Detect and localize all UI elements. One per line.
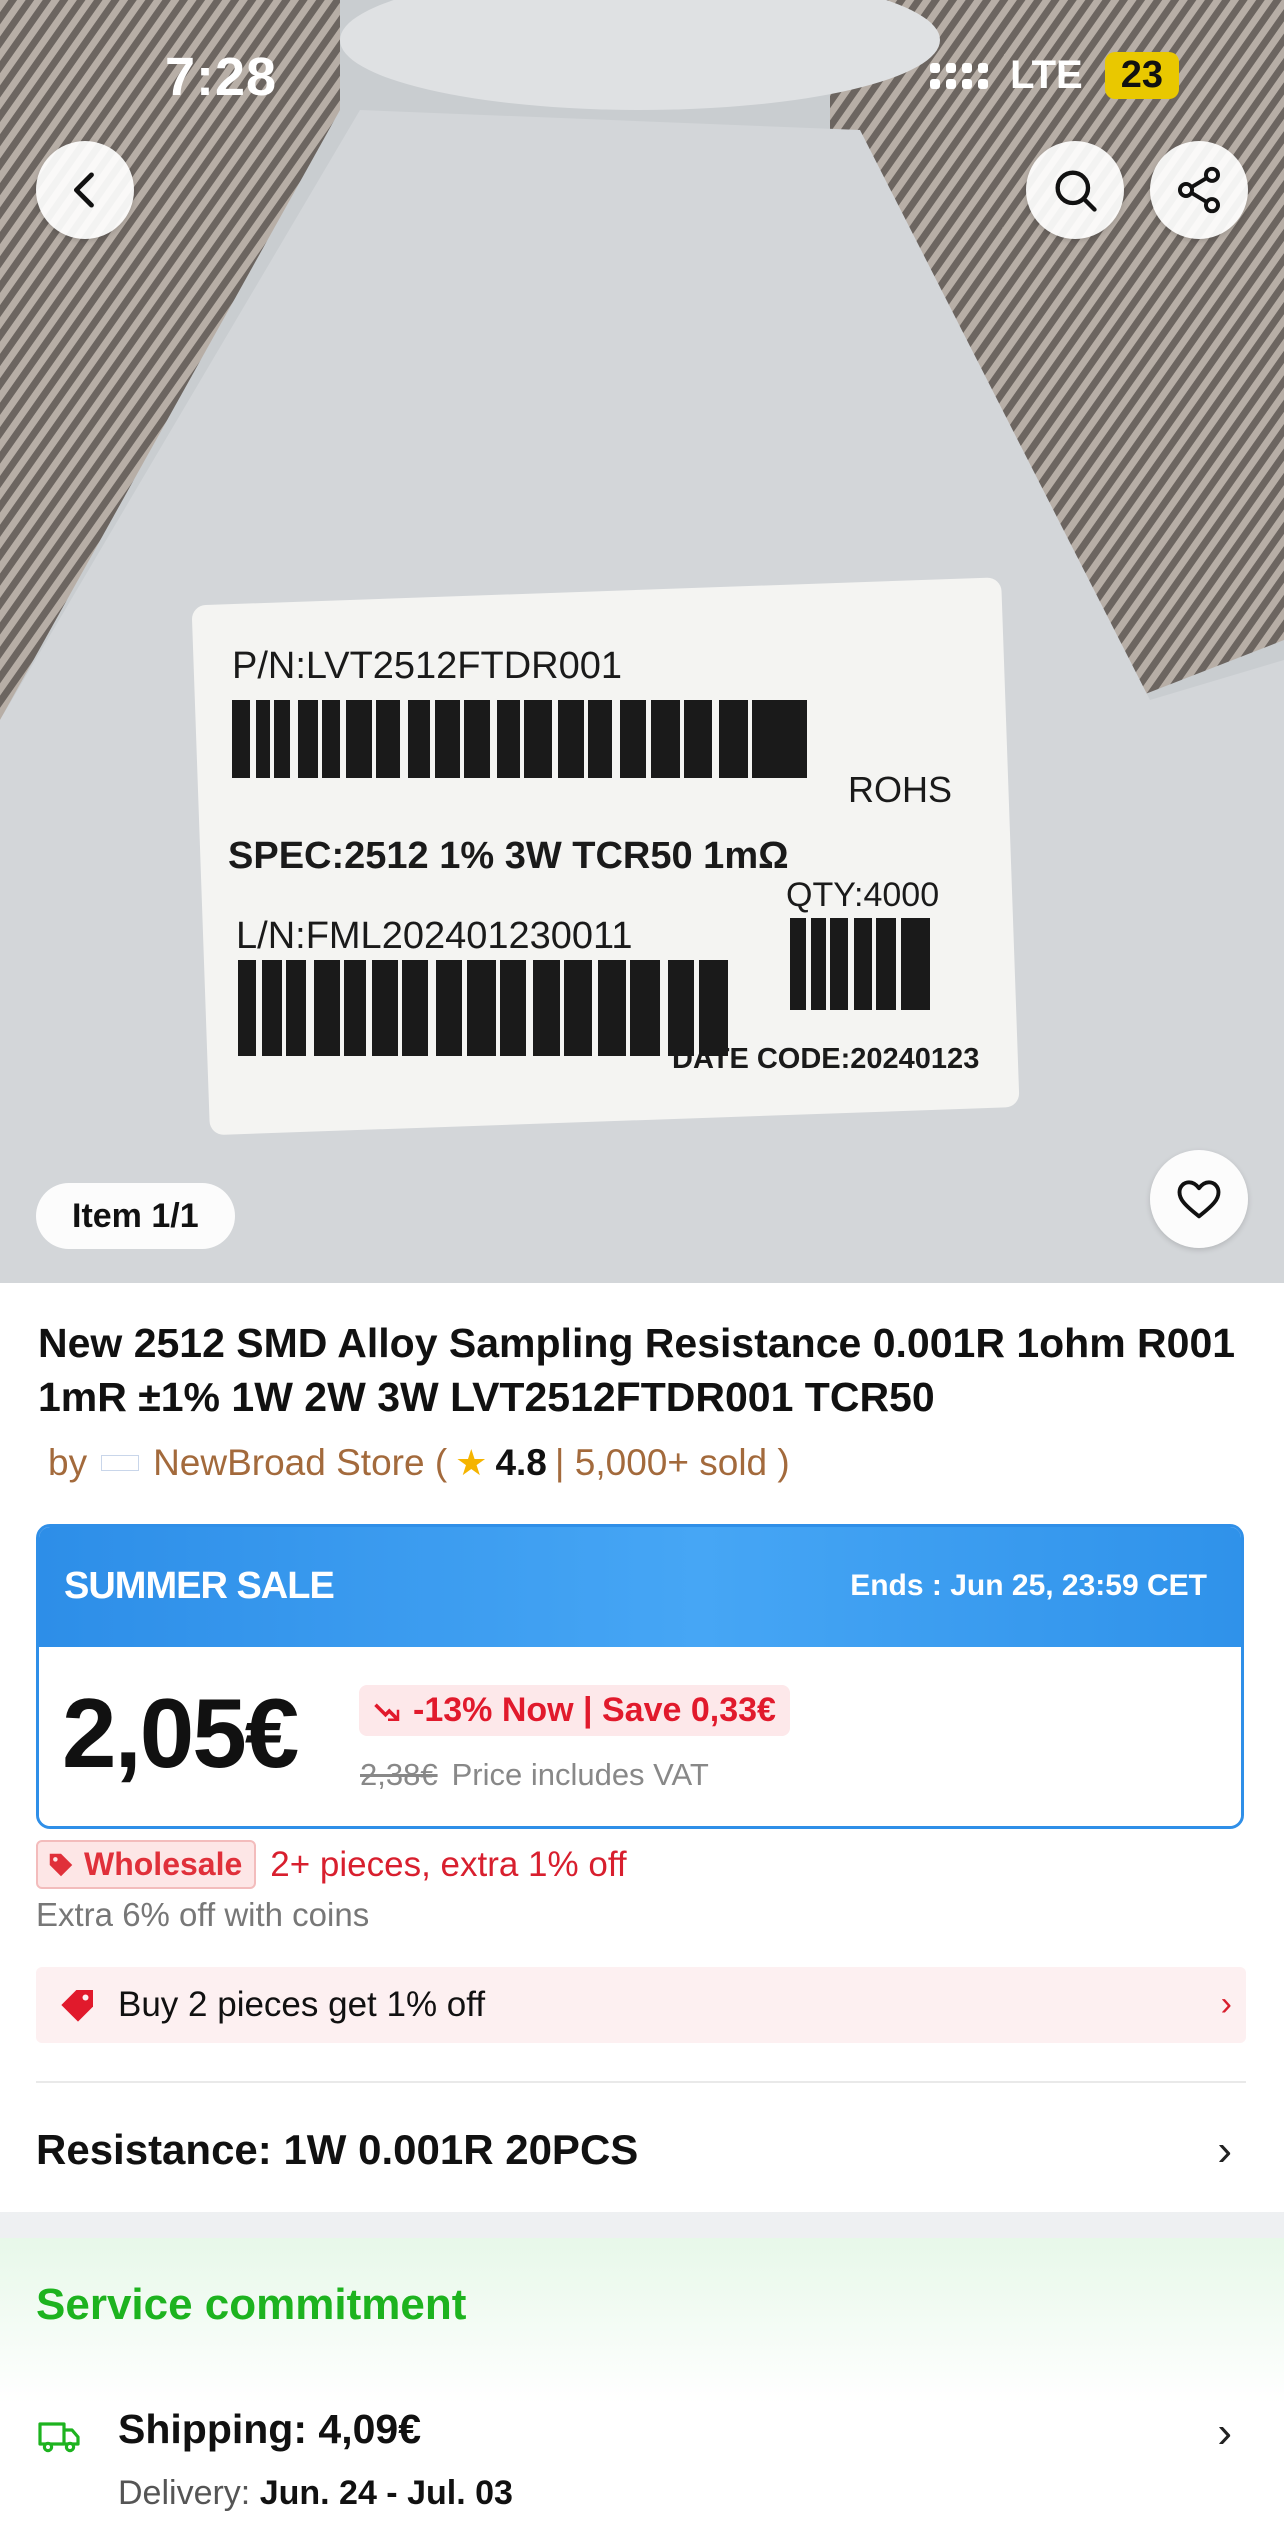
store-rating: 4.8 — [495, 1442, 547, 1483]
delivery-label: Delivery: — [118, 2474, 251, 2512]
promo-bar[interactable]: Buy 2 pieces get 1% off › — [36, 1967, 1246, 2043]
search-button[interactable] — [1026, 141, 1124, 239]
sold-count: | 5,000+ sold ) — [554, 1442, 790, 1483]
label-ln: L/N:FML202401230011 — [236, 915, 632, 957]
price-area: 2,05€ -13% Now | Save 0,33€ 2,38€ Price i… — [39, 1647, 1241, 1826]
chevron-right-icon: › — [1217, 2408, 1232, 2457]
wholesale-badge: Wholesale — [36, 1840, 257, 1889]
chevron-left-icon — [73, 172, 94, 208]
delivery-info: Delivery: Jun. 24 - Jul. 03 — [118, 2474, 513, 2513]
label-spec: SPEC:2512 1% 3W TCR50 1mΩ — [228, 835, 789, 877]
sale-ends: Ends : Jun 25, 23:59 CET — [850, 1569, 1207, 1602]
status-time: 7:28 — [165, 47, 278, 107]
product-image[interactable]: P/N:LVT2512FTDR001 SPEC:2512 1% 3W TCR50… — [0, 0, 1284, 1283]
back-button[interactable] — [36, 141, 134, 239]
sale-price-box: SUMMER SALE Ends : Jun 25, 23:59 CET 2,0… — [36, 1524, 1244, 1829]
store-line[interactable]: by NewBroad Store ( ★ 4.8 | 5,000+ sold … — [48, 1442, 790, 1484]
sale-banner: SUMMER SALE Ends : Jun 25, 23:59 CET — [39, 1527, 1241, 1647]
label-rohs: ROHS — [848, 769, 952, 810]
image-counter: Item 1/1 — [36, 1183, 235, 1249]
battery-icon: 23 — [1104, 52, 1179, 99]
tag-icon — [49, 1853, 73, 1876]
product-title: New 2512 SMD Alloy Sampling Resistance 0… — [38, 1320, 1236, 1420]
price-tag-icon — [61, 1990, 93, 2022]
store-logo — [101, 1455, 140, 1471]
service-heading: Service commitment — [36, 2280, 467, 2329]
chevron-right-icon: › — [1220, 1985, 1232, 2023]
old-price-line: 2,38€ Price includes VAT — [360, 1757, 709, 1793]
store-name[interactable]: NewBroad Store ( — [153, 1442, 447, 1484]
label-pn: P/N:LVT2512FTDR001 — [232, 645, 622, 687]
share-button[interactable] — [1150, 141, 1248, 239]
sale-name: SUMMER SALE — [64, 1565, 335, 1607]
variant-selector[interactable]: Resistance: 1W 0.001R 20PCS › — [36, 2110, 1246, 2190]
shipping-cost: Shipping: 4,09€ — [118, 2406, 421, 2452]
section-separator — [0, 2212, 1284, 2238]
network-type: LTE — [1010, 53, 1083, 97]
variant-label: Resistance: 1W 0.001R 20PCS — [36, 2126, 639, 2173]
by-label: by — [48, 1442, 88, 1483]
label-qty: QTY:4000 — [786, 876, 939, 914]
star-icon: ★ — [455, 1442, 488, 1483]
wholesale-label: Wholesale — [84, 1846, 243, 1882]
delivery-dates: Jun. 24 - Jul. 03 — [259, 2474, 513, 2512]
share-icon — [1177, 166, 1221, 214]
status-indicators: LTE 23 — [930, 52, 1179, 99]
discount-badge: -13% Now | Save 0,33€ — [359, 1685, 790, 1736]
signal-icon — [930, 62, 989, 89]
label-date-code: DATE CODE:20240123 — [672, 1043, 979, 1075]
wishlist-button[interactable] — [1150, 1150, 1248, 1248]
wholesale-text: 2+ pieces, extra 1% off — [270, 1844, 627, 1884]
service-section: Service commitment Shipping: 4,09€ Deliv… — [0, 2238, 1284, 2538]
wholesale-row: Wholesale 2+ pieces, extra 1% off — [36, 1840, 627, 1889]
status-bar: 7:28 LTE 23 — [0, 40, 1284, 120]
current-price: 2,05€ — [62, 1678, 299, 1788]
truck-icon — [38, 2422, 80, 2453]
heart-icon — [1177, 1180, 1221, 1219]
divider — [36, 2081, 1246, 2083]
promo-text: Buy 2 pieces get 1% off — [118, 1985, 486, 2024]
arrow-down-icon — [374, 1703, 400, 1721]
chevron-right-icon: › — [1217, 2126, 1232, 2175]
vat-note: Price includes VAT — [451, 1757, 709, 1792]
search-icon — [1055, 170, 1097, 212]
old-price: 2,38€ — [360, 1757, 438, 1792]
coins-note: Extra 6% off with coins — [36, 1896, 370, 1933]
discount-text: -13% Now | Save 0,33€ — [413, 1691, 776, 1729]
